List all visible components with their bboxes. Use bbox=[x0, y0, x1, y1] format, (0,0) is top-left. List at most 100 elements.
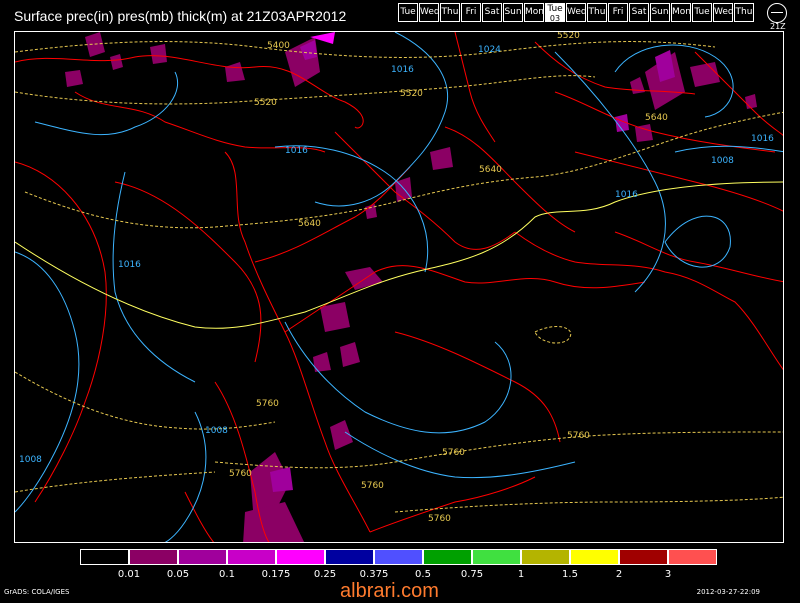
isobar bbox=[34, 71, 179, 136]
border bbox=[444, 126, 576, 233]
day-tab-label: Wed bbox=[420, 7, 440, 17]
precip-area bbox=[320, 302, 350, 332]
thickness-label: 5640 bbox=[298, 219, 321, 229]
thickness-label: 5760 bbox=[428, 514, 451, 524]
border bbox=[514, 231, 783, 371]
day-tab[interactable]: Mon bbox=[524, 3, 544, 22]
legend-swatch bbox=[472, 549, 521, 565]
isobar bbox=[15, 251, 80, 513]
border bbox=[184, 491, 215, 542]
day-tab-label: Thu bbox=[588, 7, 606, 17]
day-selector[interactable]: Tue Wed Thu Fri Sat Sun Mon Tue 03 Wed Thu Fri Sat Su… bbox=[398, 3, 755, 23]
isobar bbox=[664, 215, 731, 268]
clock-label: 21Z bbox=[770, 22, 786, 31]
day-tab[interactable]: Sun bbox=[650, 3, 670, 22]
footer-credit: GrADS: COLA/IGES bbox=[4, 588, 70, 596]
day-tab[interactable]: Fri bbox=[608, 3, 628, 22]
day-tab-label: Fri bbox=[465, 7, 477, 17]
day-tab[interactable]: Wed bbox=[566, 3, 587, 22]
day-tab[interactable]: Wed bbox=[713, 3, 734, 22]
precip-area bbox=[430, 147, 453, 170]
thickness-label: 5640 bbox=[479, 165, 502, 175]
border bbox=[694, 51, 783, 136]
day-tab[interactable]: Mon bbox=[671, 3, 691, 22]
day-tab-label: Sun bbox=[651, 7, 669, 17]
day-tab[interactable]: Tue bbox=[692, 3, 712, 22]
day-tab[interactable]: Wed bbox=[419, 3, 440, 22]
isobar bbox=[164, 411, 207, 542]
isobar bbox=[274, 145, 429, 273]
thickness-label: 5760 bbox=[442, 448, 465, 458]
day-tab[interactable]: Tue bbox=[398, 3, 418, 22]
day-tab-label: Sat bbox=[631, 7, 647, 17]
border bbox=[114, 181, 262, 363]
isobar bbox=[284, 321, 512, 434]
border bbox=[254, 166, 411, 263]
thickness-label: 5400 bbox=[267, 41, 290, 51]
legend-swatch bbox=[521, 549, 570, 565]
day-tab[interactable]: Thu bbox=[440, 3, 460, 22]
day-tab[interactable]: Fri bbox=[461, 3, 481, 22]
legend-label: 0.75 bbox=[460, 569, 484, 580]
isobar-label: 1024 bbox=[478, 45, 501, 55]
legend-label: 1 bbox=[517, 569, 525, 580]
day-tab[interactable]: Sat bbox=[482, 3, 502, 22]
legend-swatch bbox=[374, 549, 423, 565]
day-tab-label: Sun bbox=[504, 7, 522, 17]
day-tab-label: Tue bbox=[547, 4, 563, 14]
thickness-line bbox=[534, 326, 572, 344]
day-tab-label: Tue bbox=[400, 7, 416, 17]
weather-map: 1024 1016 1016 1016 1016 1008 1008 1008 … bbox=[14, 31, 784, 543]
coastlines bbox=[15, 32, 783, 542]
thickness-label: 5520 bbox=[557, 32, 580, 41]
day-tab[interactable]: Sat bbox=[629, 3, 649, 22]
thickness-label: 5760 bbox=[256, 399, 279, 409]
isobar-label: 1016 bbox=[118, 260, 141, 270]
day-tab-label: Wed bbox=[714, 7, 734, 17]
legend-swatch bbox=[129, 549, 178, 565]
isobar-label: 1008 bbox=[205, 426, 228, 436]
legend-label: 0.01 bbox=[117, 569, 141, 580]
legend-swatch bbox=[570, 549, 619, 565]
isobar-label: 1008 bbox=[711, 156, 734, 166]
precip-area bbox=[630, 77, 645, 94]
precip-area bbox=[110, 54, 123, 70]
isobar bbox=[112, 171, 196, 383]
thickness-line bbox=[394, 496, 783, 513]
day-tab[interactable]: Thu bbox=[587, 3, 607, 22]
day-tab[interactable]: Thu bbox=[734, 3, 754, 22]
precip-area bbox=[690, 62, 720, 87]
thickness-label: 5760 bbox=[229, 469, 252, 479]
legend-label: 2 bbox=[615, 569, 623, 580]
precip-legend bbox=[80, 549, 717, 565]
thickness-label: 5520 bbox=[400, 89, 423, 99]
legend-label: 0.1 bbox=[219, 569, 235, 580]
map-title: Surface prec(in) pres(mb) thick(m) at 21… bbox=[14, 8, 347, 24]
precip-area bbox=[225, 62, 245, 82]
isobar-label: 1008 bbox=[19, 455, 42, 465]
legend-swatch bbox=[80, 549, 129, 565]
day-tab[interactable]: Tue 03 bbox=[545, 3, 565, 23]
legend-swatch bbox=[423, 549, 472, 565]
legend-swatch bbox=[276, 549, 325, 565]
legend-label: 0.5 bbox=[415, 569, 431, 580]
day-tab-label: Wed bbox=[567, 7, 587, 17]
legend-swatch bbox=[227, 549, 276, 565]
coastline bbox=[74, 91, 326, 153]
day-tab-label: Thu bbox=[441, 7, 459, 17]
border bbox=[614, 231, 783, 283]
legend-swatch bbox=[668, 549, 717, 565]
footer-timestamp: 2012-03-27-22:09 bbox=[696, 588, 760, 596]
isobar-label: 1016 bbox=[391, 65, 414, 75]
legend-label: 1.5 bbox=[562, 569, 578, 580]
day-tab[interactable]: Sun bbox=[503, 3, 523, 22]
legend-label: 0.25 bbox=[313, 569, 337, 580]
legend-label: 0.05 bbox=[166, 569, 190, 580]
precip-area bbox=[745, 94, 757, 109]
day-tab-label: Sat bbox=[484, 7, 500, 17]
thickness-label: 5520 bbox=[254, 98, 277, 108]
thickness-label: 5640 bbox=[645, 113, 668, 123]
thickness-line bbox=[24, 111, 783, 229]
day-tab-label: Tue bbox=[694, 7, 710, 17]
thickness-line bbox=[214, 431, 783, 469]
